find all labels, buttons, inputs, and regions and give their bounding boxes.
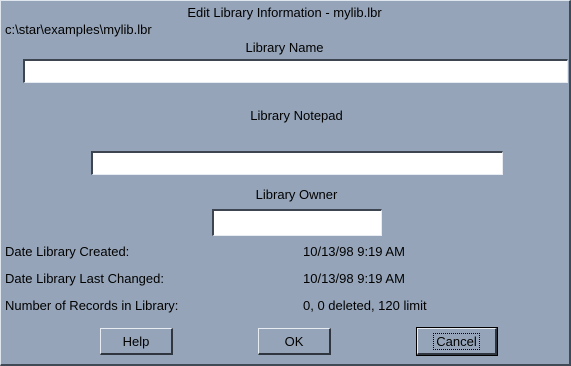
date-created-label: Date Library Created: bbox=[5, 244, 130, 259]
library-owner-field[interactable] bbox=[212, 209, 382, 236]
cancel-button-label: Cancel bbox=[433, 332, 480, 350]
library-name-field[interactable] bbox=[23, 59, 568, 83]
library-owner-label: Library Owner bbox=[255, 187, 338, 202]
help-button[interactable]: Help bbox=[100, 328, 173, 355]
record-count-label: Number of Records in Library: bbox=[5, 298, 179, 313]
date-changed-value: 10/13/98 9:19 AM bbox=[303, 271, 405, 286]
ok-button[interactable]: OK bbox=[258, 328, 331, 355]
record-count-value: 0, 0 deleted, 120 limit bbox=[303, 298, 427, 313]
library-notepad-input[interactable] bbox=[93, 153, 502, 174]
library-owner-input[interactable] bbox=[214, 211, 381, 235]
library-notepad-label: Library Notepad bbox=[250, 108, 343, 123]
library-name-input[interactable] bbox=[25, 61, 567, 82]
library-name-label: Library Name bbox=[245, 40, 324, 55]
cancel-button[interactable]: Cancel bbox=[416, 327, 498, 356]
edit-library-dialog: Edit Library Information - mylib.lbr c:\… bbox=[0, 0, 571, 366]
library-notepad-field[interactable] bbox=[91, 151, 503, 175]
library-path: c:\star\examples\mylib.lbr bbox=[5, 22, 152, 37]
dialog-title: Edit Library Information - mylib.lbr bbox=[187, 5, 382, 20]
date-created-value: 10/13/98 9:19 AM bbox=[303, 244, 405, 259]
date-changed-label: Date Library Last Changed: bbox=[5, 271, 164, 286]
